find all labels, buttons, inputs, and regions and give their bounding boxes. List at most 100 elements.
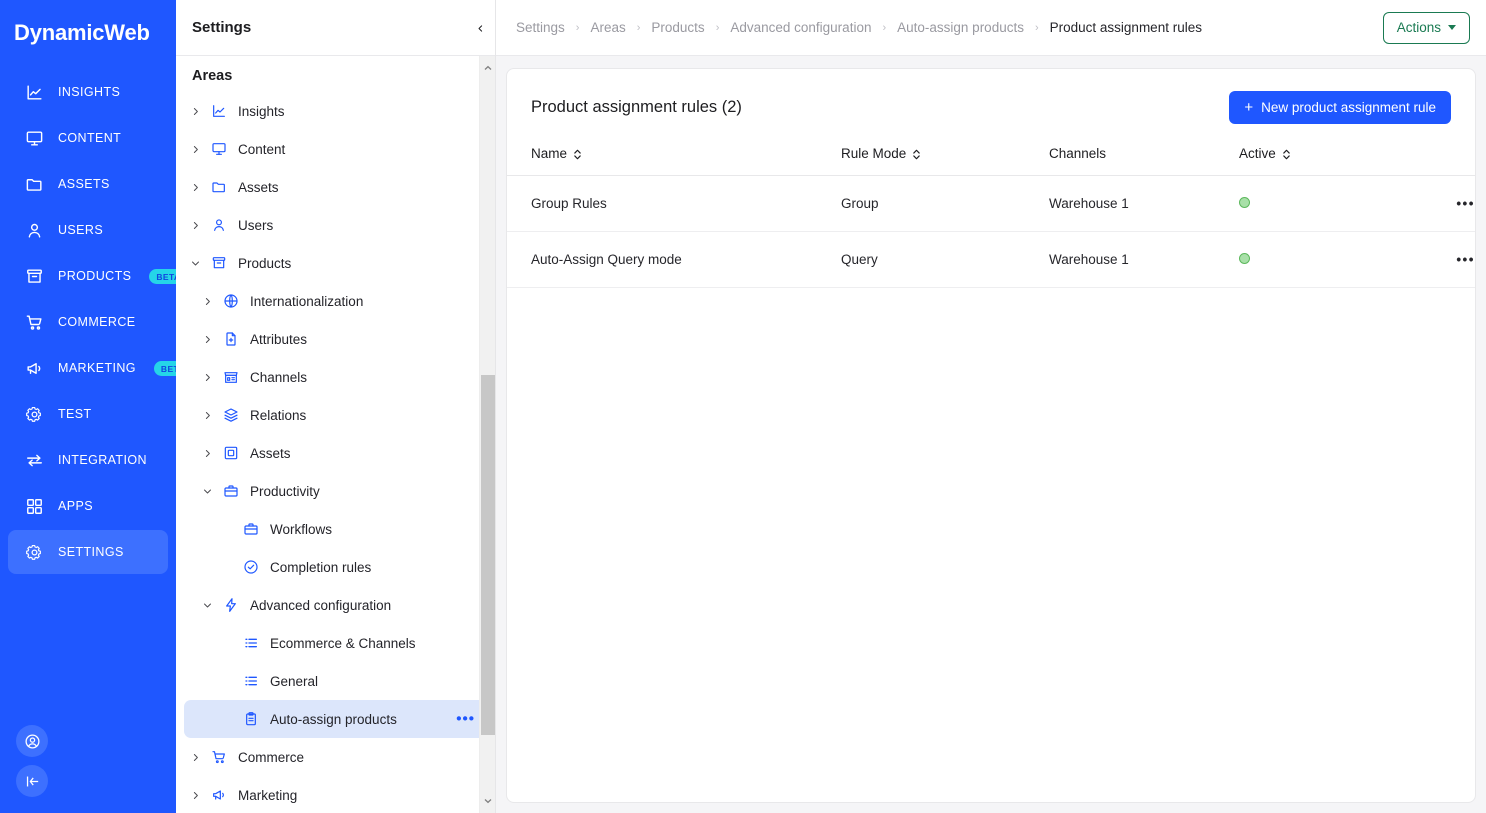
archive-icon [210, 254, 228, 272]
sort-icon[interactable] [912, 148, 921, 161]
chevron-left-icon[interactable] [472, 20, 488, 36]
tree-node-completion-rules[interactable]: Completion rules [184, 548, 487, 586]
column-header-rule-mode[interactable]: Rule Mode [841, 140, 1049, 176]
tree-node-label: Marketing [238, 787, 298, 803]
chevron-down-icon[interactable] [200, 484, 214, 498]
tree-node-users[interactable]: Users [184, 206, 487, 244]
chevron-right-icon[interactable] [200, 408, 214, 422]
rail-item-assets[interactable]: ASSETS [8, 162, 168, 206]
chevron-up-icon[interactable] [480, 60, 496, 76]
breadcrumb-item-products[interactable]: Products [651, 20, 704, 35]
tree-scrollbar[interactable] [479, 56, 495, 813]
app-logo: DynamicWeb [14, 20, 150, 45]
top-bar: Settings › Areas › Products › Advanced configu… [496, 0, 1486, 56]
tree-node-assets[interactable]: Assets [184, 434, 487, 472]
chevron-right-icon[interactable] [188, 218, 202, 232]
breadcrumb-item-product-assignment-rules: Product assignment rules [1049, 20, 1202, 35]
tree-node-productivity[interactable]: Productivity [184, 472, 487, 510]
tree-node-internationalization[interactable]: Internationalization [184, 282, 487, 320]
tree-node-label: Channels [250, 369, 308, 385]
tree-node-auto-assign-products[interactable]: Auto-assign products ••• [184, 700, 487, 738]
rail-item-apps[interactable]: APPS [8, 484, 168, 528]
table-row[interactable]: Auto-Assign Query mode Query Warehouse 1 ••… [507, 231, 1475, 288]
caret-spacer [220, 522, 234, 536]
tree-node-workflows[interactable]: Workflows [184, 510, 487, 548]
rail-item-label: SETTINGS [58, 545, 124, 559]
breadcrumb-item-areas[interactable]: Areas [590, 20, 625, 35]
insights-icon [24, 82, 44, 102]
exchange-icon [24, 450, 44, 470]
tree-node-insights[interactable]: Insights [184, 92, 487, 130]
tree-node-label: Assets [238, 179, 279, 195]
chevron-right-icon[interactable] [188, 142, 202, 156]
tree-node-attributes[interactable]: Attributes [184, 320, 487, 358]
rail-item-commerce[interactable]: COMMERCE [8, 300, 168, 344]
collapse-rail-button[interactable] [16, 765, 48, 797]
chevron-right-icon[interactable] [200, 294, 214, 308]
caret-spacer [220, 674, 234, 688]
tree-node-relations[interactable]: Relations [184, 396, 487, 434]
rail-item-label: INTEGRATION [58, 453, 147, 467]
tree-node-channels[interactable]: Channels [184, 358, 487, 396]
rail-item-content[interactable]: CONTENT [8, 116, 168, 160]
row-context-menu[interactable]: ••• [1389, 231, 1475, 288]
rail-item-label: APPS [58, 499, 93, 513]
sort-icon[interactable] [1282, 148, 1291, 161]
tree-node-list: Insights Content Assets Users Products Intern… [176, 92, 495, 813]
chevron-right-icon[interactable] [188, 750, 202, 764]
breadcrumb-item-auto-assign-products[interactable]: Auto-assign products [897, 20, 1024, 35]
tree-node-general[interactable]: General [184, 662, 487, 700]
tree-node-advanced-configuration[interactable]: Advanced configuration [184, 586, 487, 624]
cell-active [1239, 231, 1389, 288]
chevron-down-icon[interactable] [480, 793, 496, 809]
chevron-down-icon[interactable] [188, 256, 202, 270]
new-product-assignment-rule-button[interactable]: + New product assignment rule [1229, 91, 1451, 124]
tree-section-title: Areas [192, 68, 233, 84]
table-row[interactable]: Group Rules Group Warehouse 1 ••• [507, 175, 1475, 232]
breadcrumb-item-settings[interactable]: Settings [516, 20, 565, 35]
row-context-menu[interactable]: ••• [1389, 175, 1475, 232]
chevron-down-icon[interactable] [200, 598, 214, 612]
rail-item-integration[interactable]: INTEGRATION [8, 438, 168, 482]
rail-item-users[interactable]: USERS [8, 208, 168, 252]
tree-node-products[interactable]: Products [184, 244, 487, 282]
rail-item-label: COMMERCE [58, 315, 136, 329]
scrollbar-thumb[interactable] [481, 375, 495, 735]
chevron-right-icon[interactable] [188, 180, 202, 194]
chevron-right-icon[interactable] [188, 104, 202, 118]
monitor-icon [210, 140, 228, 158]
cart-icon [210, 748, 228, 766]
column-header-active[interactable]: Active [1239, 140, 1389, 176]
column-header-name[interactable]: Name [507, 140, 841, 176]
tree-node-commerce[interactable]: Commerce [184, 738, 487, 776]
gear-icon [24, 404, 44, 424]
tree-node-content[interactable]: Content [184, 130, 487, 168]
tree-node-label: General [270, 673, 319, 689]
chevron-right-icon[interactable] [200, 446, 214, 460]
tree-node-assets[interactable]: Assets [184, 168, 487, 206]
archive-icon [24, 266, 44, 286]
column-header-actions [1389, 140, 1475, 176]
tree-node-ecommerce-channels[interactable]: Ecommerce & Channels [184, 624, 487, 662]
chevron-right-icon[interactable] [200, 332, 214, 346]
rail-item-insights[interactable]: INSIGHTS [8, 70, 168, 114]
table-header-row: Name Rule Mode Channels Active [507, 140, 1475, 176]
rail-item-products[interactable]: PRODUCTS BETA [8, 254, 188, 298]
rail-item-marketing[interactable]: MARKETING BETA [8, 346, 193, 390]
breadcrumb-item-advanced-configuration[interactable]: Advanced configuration [730, 20, 871, 35]
cell-active [1239, 175, 1389, 232]
actions-button[interactable]: Actions [1382, 11, 1470, 44]
chevron-right-icon[interactable] [188, 788, 202, 802]
rail-nav-list: INSIGHTS CONTENT ASSETS USERS PRODUCTS BETA CO… [0, 70, 193, 574]
rail-item-settings[interactable]: SETTINGS [8, 530, 168, 574]
cell-rule-mode: Group [841, 175, 1049, 232]
account-button[interactable] [16, 725, 48, 757]
cell-name: Auto-Assign Query mode [507, 231, 841, 288]
tree-node-marketing[interactable]: Marketing [184, 776, 487, 813]
tree-node-context-menu[interactable]: ••• [456, 712, 475, 727]
monitor-icon [24, 128, 44, 148]
tree-node-label: Ecommerce & Channels [270, 635, 416, 651]
rail-item-test[interactable]: TEST [8, 392, 168, 436]
chevron-right-icon[interactable] [200, 370, 214, 384]
sort-icon[interactable] [573, 148, 582, 161]
